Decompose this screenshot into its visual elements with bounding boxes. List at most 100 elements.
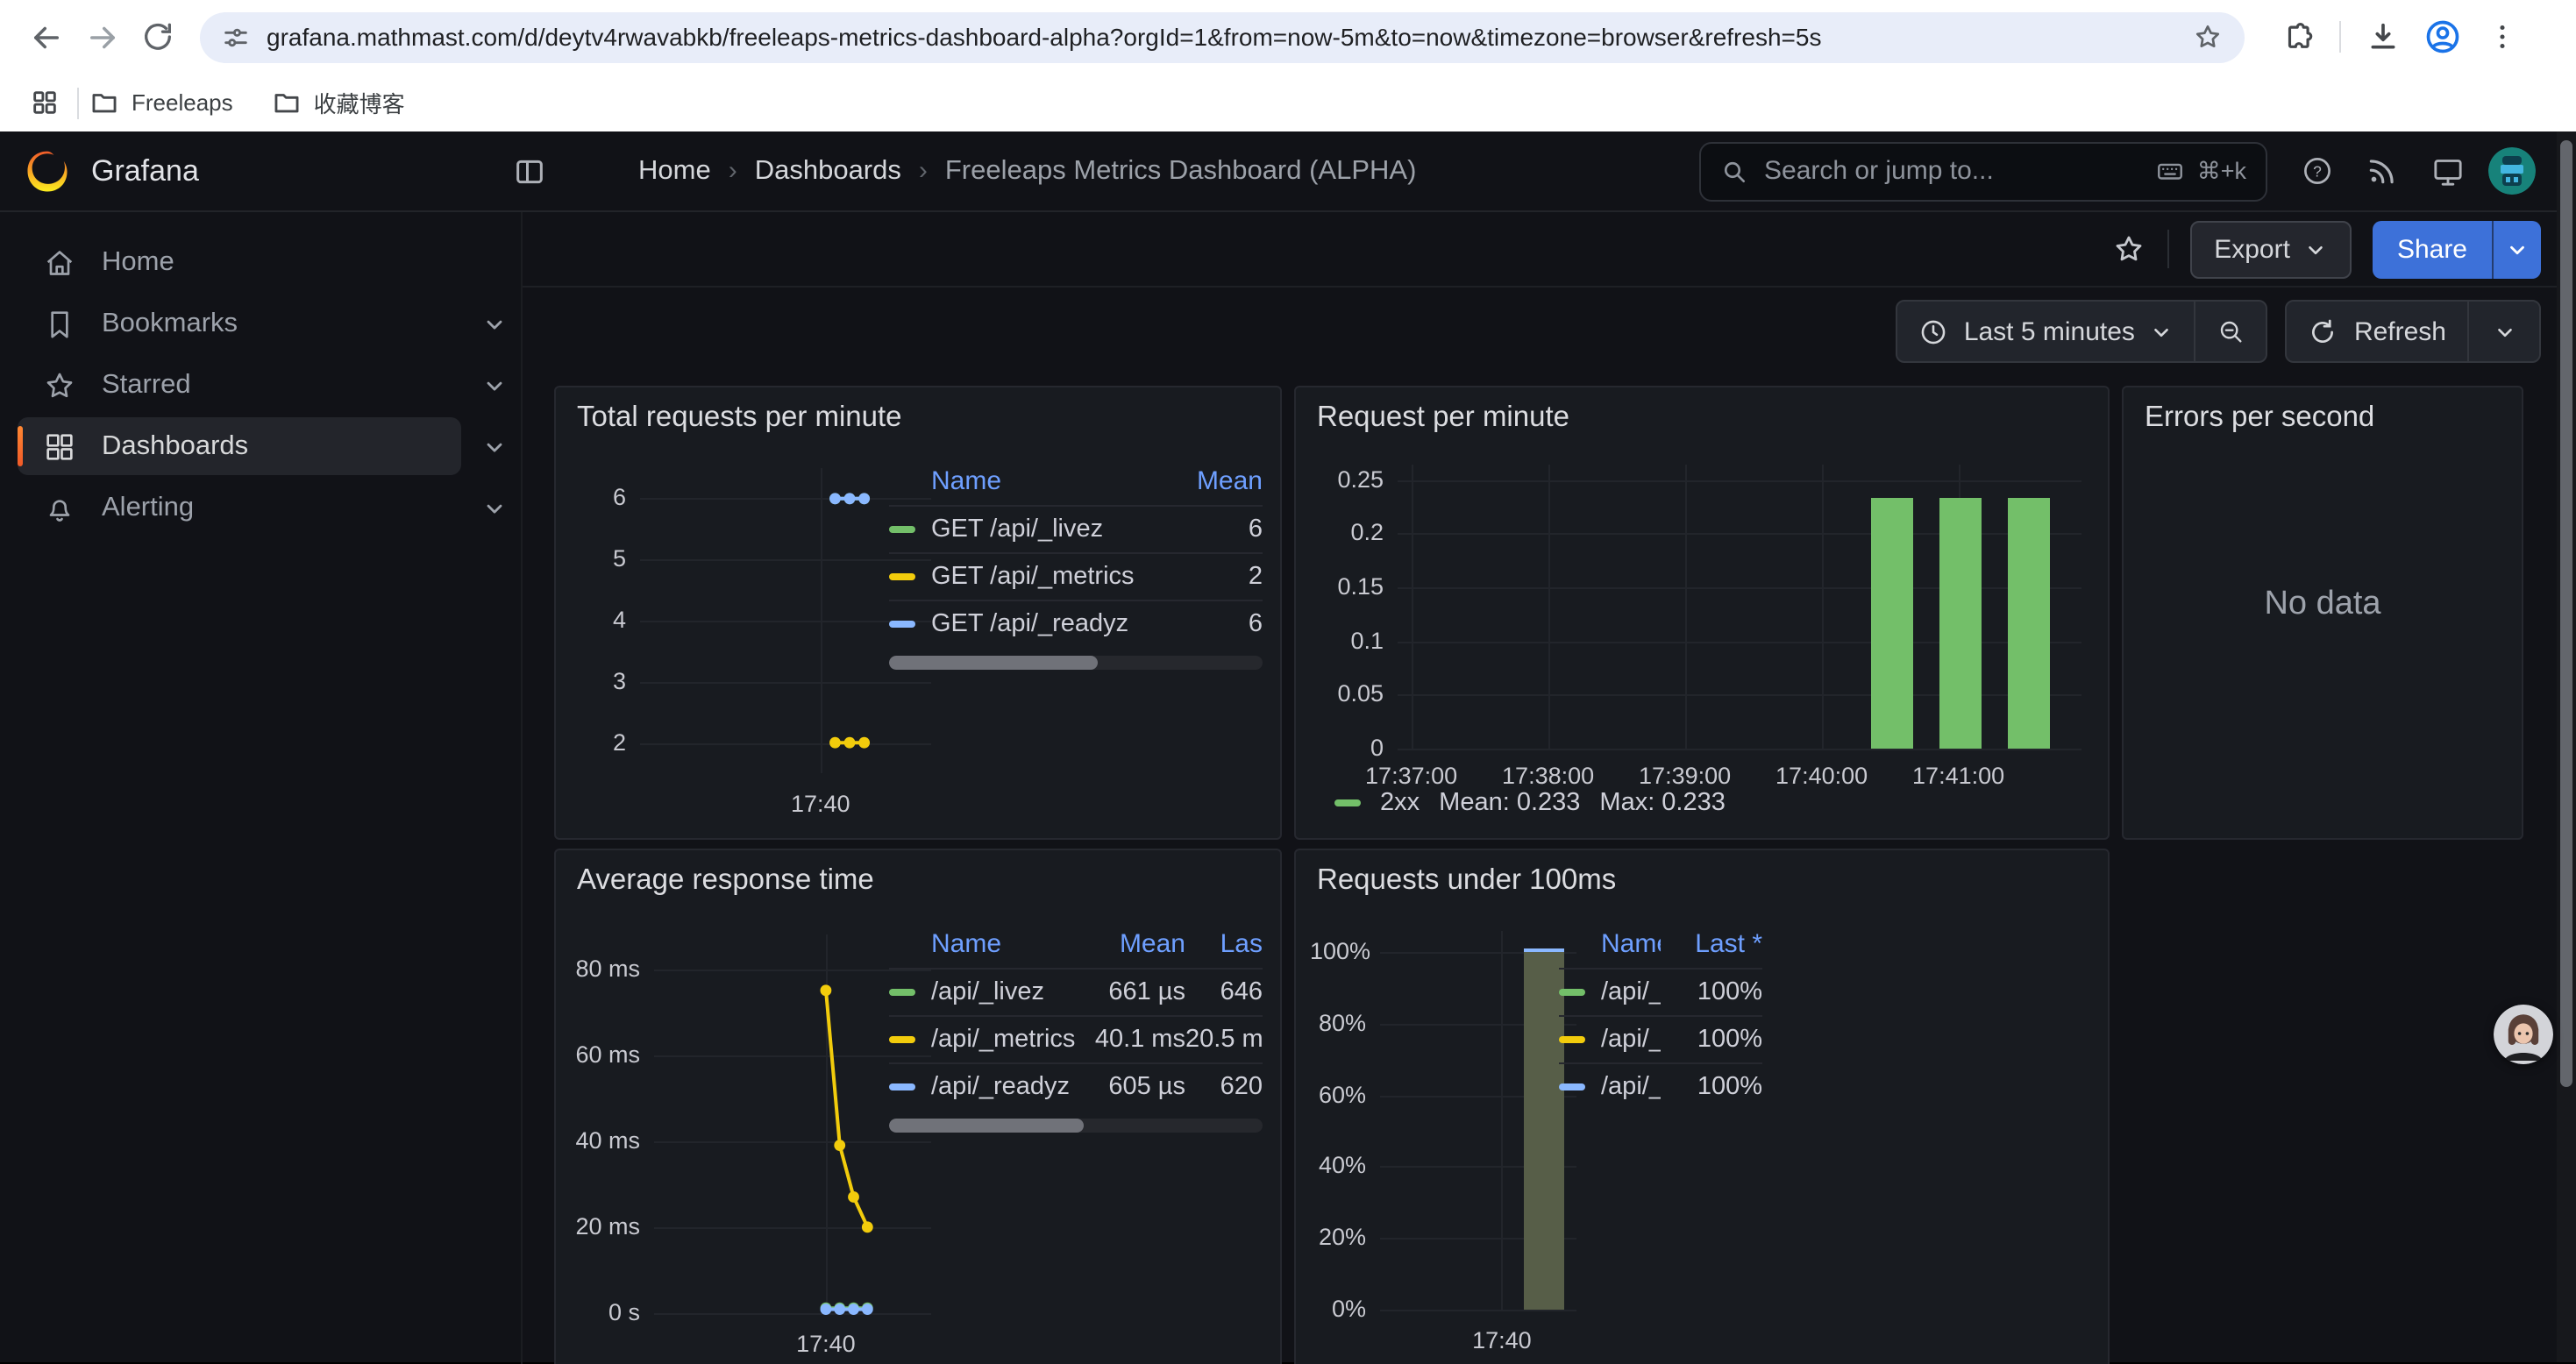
series-name[interactable]: /api/_livez [931, 978, 1044, 1006]
profile-icon[interactable] [2415, 9, 2471, 65]
url-bar[interactable]: grafana.mathmast.com/d/deytv4rwavabkb/fr… [200, 11, 2245, 62]
site-settings-icon[interactable] [221, 22, 251, 52]
panel-title[interactable]: Requests under 100ms [1317, 864, 1616, 898]
share-dropdown-button[interactable] [2492, 220, 2541, 278]
sidebar-item-bookmarks[interactable]: Bookmarks [18, 295, 461, 352]
user-avatar[interactable] [2483, 142, 2541, 200]
legend-row[interactable]: /api/_livez 100% [1559, 968, 1762, 1015]
menu-kebab-icon[interactable] [2474, 9, 2530, 65]
legend-row[interactable]: GET /api/_livez 6 [889, 505, 1263, 552]
chevron-down-icon[interactable] [482, 373, 507, 397]
chevron-down-icon[interactable] [482, 311, 507, 336]
plot-area[interactable] [1380, 931, 1576, 1310]
legend-row[interactable]: GET /api/_metrics 2 [889, 552, 1263, 600]
column-mean[interactable]: Mean [1084, 929, 1185, 959]
y-axis-tick: 0 s [573, 1299, 640, 1327]
gridline [1412, 465, 1413, 749]
series-name[interactable]: /api/_livez [1601, 978, 1661, 1006]
bookmark-folder-blog[interactable]: 收藏博客 [272, 86, 405, 119]
chevron-down-icon[interactable] [482, 495, 507, 520]
sidebar-item-dashboards[interactable]: Dashboards [18, 417, 461, 475]
forward-icon[interactable] [74, 9, 130, 65]
series-name[interactable]: GET /api/_readyz [931, 610, 1128, 638]
series-name[interactable]: /api/_readyz [931, 1073, 1070, 1101]
legend-row[interactable]: /api/_metrics 100% [1559, 1015, 1762, 1062]
series-last: 100% [1661, 978, 1762, 1006]
search-input[interactable]: Search or jump to... ⌘+k [1699, 141, 2267, 201]
series-swatch [889, 526, 915, 534]
series-max: Max: 0.233 [1599, 789, 1726, 817]
under-100ms-chart[interactable]: 100%80%60%40%20%0%17:40 [1310, 931, 1580, 1355]
sidebar-item-home[interactable]: Home [18, 233, 461, 291]
column-name[interactable]: Name [889, 929, 1084, 959]
favorite-star-icon[interactable] [2110, 231, 2145, 266]
downloads-icon[interactable] [2355, 9, 2411, 65]
panel-title[interactable]: Errors per second [2145, 401, 2374, 435]
legend-row[interactable]: /api/_livez 661 µs 646 [889, 968, 1263, 1015]
grafana-logo[interactable] [25, 148, 70, 194]
column-last[interactable]: Las [1185, 929, 1263, 959]
news-rss-icon[interactable] [2353, 142, 2411, 200]
series-last: 646 [1185, 978, 1263, 1006]
help-icon[interactable]: ? [2288, 142, 2346, 200]
panel-title[interactable]: Request per minute [1317, 401, 1569, 435]
avg-response-time-chart[interactable]: 80 ms60 ms40 ms20 ms0 s17:40 [573, 934, 935, 1359]
column-mean[interactable]: Mean [1161, 466, 1263, 496]
legend-scrollbar[interactable] [889, 656, 1263, 670]
collapse-sidebar-icon[interactable] [512, 153, 547, 188]
series-name[interactable]: GET /api/_metrics [931, 563, 1135, 591]
reload-icon[interactable] [130, 9, 186, 65]
series-name[interactable]: /api/_metrics [1601, 1026, 1661, 1054]
extensions-icon[interactable] [2269, 9, 2325, 65]
scrollbar-thumb[interactable] [2560, 140, 2572, 1087]
legend-row[interactable]: /api/_readyz 100% [1559, 1062, 1762, 1110]
sidebar-item-starred[interactable]: Starred [18, 356, 461, 414]
bookmark-folder-freeleaps[interactable]: Freeleaps [89, 88, 233, 117]
legend-scrollbar[interactable] [889, 1119, 1263, 1133]
chart-legend[interactable]: 2xx Mean: 0.233 Max: 0.233 [1334, 789, 1726, 817]
plot-area[interactable] [640, 468, 931, 773]
series-swatch [889, 1036, 915, 1044]
legend-row[interactable]: GET /api/_readyz 6 [889, 600, 1263, 647]
column-last[interactable]: Last * [1661, 929, 1762, 959]
series-mean: 2 [1161, 563, 1263, 591]
series-swatch [1559, 989, 1585, 997]
share-button[interactable]: Share [2373, 220, 2492, 278]
scrollbar-thumb[interactable] [889, 1119, 1084, 1133]
column-name[interactable]: Name [1559, 929, 1661, 959]
monitor-icon[interactable] [2418, 142, 2476, 200]
breadcrumb-dashboards[interactable]: Dashboards [755, 155, 901, 187]
page-scrollbar[interactable] [2557, 131, 2576, 1362]
back-icon[interactable] [18, 9, 74, 65]
y-axis-tick: 100% [1310, 938, 1366, 966]
sidebar-item-alerting[interactable]: Alerting [18, 479, 461, 536]
chevron-down-icon[interactable] [482, 434, 507, 458]
request-per-minute-chart[interactable]: 0.250.20.150.10.05017:37:0017:38:0017:39… [1317, 465, 2085, 791]
series-name[interactable]: 2xx [1380, 789, 1420, 817]
gridline [1685, 465, 1687, 749]
plot-area[interactable] [1398, 465, 2081, 749]
bar [2009, 498, 2050, 749]
apps-grid-icon[interactable] [21, 80, 67, 125]
series-name[interactable]: /api/_metrics [931, 1026, 1075, 1054]
legend-row[interactable]: /api/_readyz 605 µs 620 [889, 1062, 1263, 1110]
refresh-button[interactable]: Refresh [2288, 302, 2467, 361]
export-button[interactable]: Export [2189, 220, 2352, 278]
time-range-picker[interactable]: Last 5 minutes [1897, 302, 2195, 361]
legend-row[interactable]: /api/_metrics 40.1 ms 20.5 m [889, 1015, 1263, 1062]
sidebar-item-label: Bookmarks [102, 308, 238, 339]
series-name[interactable]: GET /api/_livez [931, 515, 1103, 543]
column-name[interactable]: Name [889, 466, 1161, 496]
assistant-avatar-bubble[interactable] [2494, 1005, 2553, 1064]
total-requests-chart[interactable]: 6543217:40 [573, 468, 935, 819]
clock-icon [1918, 316, 1948, 346]
zoom-out-button[interactable] [2195, 302, 2266, 361]
legend-header: Name Mean Las [889, 920, 1263, 968]
bookmark-star-icon[interactable] [2192, 21, 2224, 53]
scrollbar-thumb[interactable] [889, 656, 1099, 670]
panel-title[interactable]: Average response time [577, 864, 874, 898]
breadcrumb-home[interactable]: Home [638, 155, 711, 187]
panel-title[interactable]: Total requests per minute [577, 401, 902, 435]
refresh-interval-dropdown[interactable] [2467, 302, 2539, 361]
series-name[interactable]: /api/_readyz [1601, 1073, 1661, 1101]
